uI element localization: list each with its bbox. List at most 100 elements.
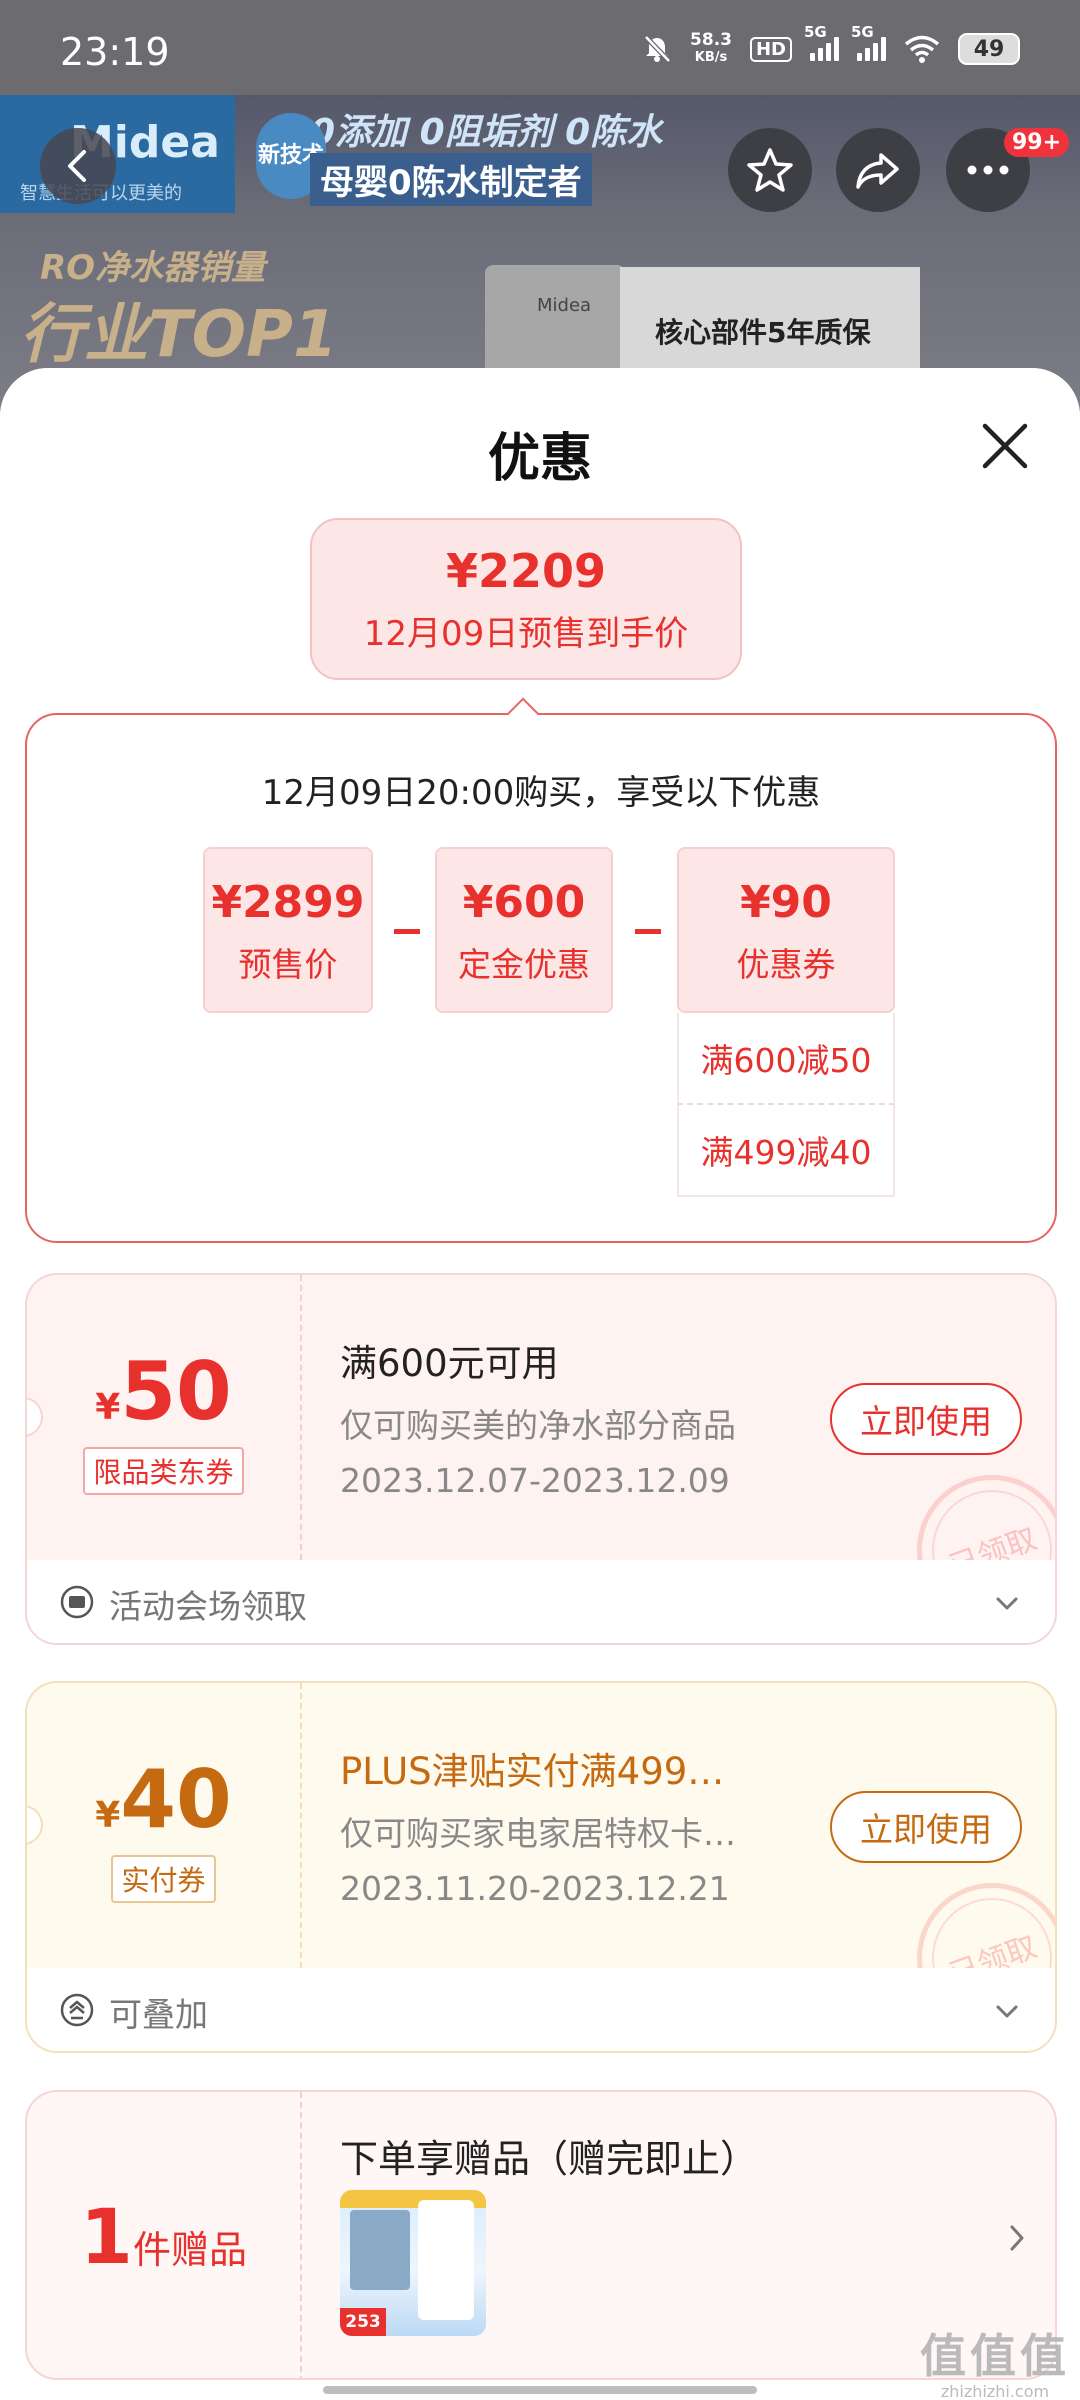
message-count-badge: 99+	[1004, 128, 1070, 157]
wifi-icon	[904, 35, 940, 63]
new-tech-banner: 0添加 0阻垢剂 0陈水 新技术 母婴0陈水制定者	[250, 103, 662, 206]
coupon-detail-1: 满600减50	[677, 1013, 895, 1105]
coupon-validity: 2023.11.20-2023.12.21	[340, 1869, 730, 1908]
coupon-value: 50	[120, 1345, 232, 1438]
final-price-box: ¥2209 12月09日预售到手价	[310, 518, 742, 680]
presale-price-value: ¥2899	[211, 877, 365, 928]
coupon-info: 满600元可用 仅可购买美的净水部分商品 2023.12.07-2023.12.…	[340, 1333, 810, 1500]
coupon-type-tag: 实付券	[27, 1855, 300, 1903]
final-price-amount: ¥2209	[445, 544, 607, 598]
gift-count-unit: 件赠品	[132, 2228, 247, 2272]
hd-voice-icon: HD	[749, 36, 792, 62]
presale-price-item: ¥2899 预售价	[203, 847, 373, 1013]
chevron-left-icon	[68, 150, 86, 182]
favorite-button[interactable]	[728, 128, 812, 212]
gift-divider	[300, 2092, 302, 2378]
coupon-discount-label: 优惠券	[736, 945, 836, 984]
more-dots-icon	[967, 165, 1009, 175]
deposit-discount-item: ¥600 定金优惠	[435, 847, 613, 1013]
coupon-value: 40	[120, 1753, 232, 1846]
gift-count: 1件赠品	[27, 2192, 300, 2281]
coupon-scope: 仅可购买美的净水部分商品	[340, 1406, 736, 1445]
mute-bell-icon	[642, 34, 672, 64]
price-breakdown: 12月09日20:00购买，享受以下优惠 ¥2899 预售价 ¥600 定金优惠…	[25, 713, 1057, 1243]
net-speed-unit: KB/s	[694, 50, 728, 65]
brand-block: Midea 智慧生活可以更美的	[0, 95, 235, 213]
use-now-button[interactable]: 立即使用	[830, 1383, 1022, 1455]
headline-2: 母婴0陈水制定者	[310, 153, 592, 206]
use-now-button[interactable]: 立即使用	[830, 1791, 1022, 1863]
coupon-discount-value: ¥90	[740, 877, 832, 928]
coupon-card: ¥40 实付券 PLUS津贴实付满499… 仅可购买家电家居特权卡… 2023.…	[25, 1681, 1057, 2053]
coupon-footer[interactable]: 可叠加	[27, 1968, 1055, 2051]
device-logo: Midea	[537, 295, 592, 316]
signal-icon-2: 5G	[851, 23, 886, 61]
stack-icon	[60, 1993, 94, 2027]
coupon-type-label: 限品类东券	[83, 1447, 244, 1495]
back-button[interactable]	[40, 128, 116, 204]
coupon-body: ¥40 实付券 PLUS津贴实付满499… 仅可购买家电家居特权卡… 2023.…	[27, 1683, 1055, 2051]
net-speed-value: 58.3	[690, 30, 732, 50]
sheet-title: 优惠	[487, 429, 592, 489]
thumb-product-1	[350, 2210, 410, 2290]
ticket-icon	[60, 1585, 94, 1619]
breakdown-title: 12月09日20:00购买，享受以下优惠	[261, 773, 821, 813]
status-bar: 23:19 58.3 KB/s HD 5G 5G 49	[0, 0, 1080, 95]
gift-card[interactable]: 1件赠品 下单享赠品（赠完即止） 253	[25, 2090, 1057, 2380]
coupon-amount: ¥50	[27, 1345, 300, 1438]
signal-icon-1: 5G	[804, 23, 839, 61]
status-time: 23:19	[60, 30, 170, 74]
coupon-amount: ¥40	[27, 1753, 300, 1846]
minus-sign	[394, 929, 420, 934]
gift-count-number: 1	[80, 2192, 133, 2281]
status-icons: 58.3 KB/s HD 5G 5G 49	[642, 23, 1020, 66]
net-speed: 58.3 KB/s	[690, 32, 732, 66]
thumb-product-2	[418, 2200, 474, 2320]
deposit-discount-value: ¥600	[462, 877, 586, 928]
chevron-down-icon	[996, 2005, 1018, 2018]
promo-small: RO净水器销量	[40, 248, 266, 288]
signal-2-label: 5G	[851, 23, 874, 41]
chevron-down-icon	[996, 1597, 1018, 1610]
chevron-right-icon	[1010, 2225, 1024, 2251]
promo-big: 行业TOP1	[20, 298, 338, 372]
watermark-sub: zhizhizhi.com	[940, 2382, 1050, 2400]
coupon-info: PLUS津贴实付满499… 仅可购买家电家居特权卡… 2023.11.20-20…	[340, 1741, 810, 1908]
close-icon	[982, 423, 1028, 469]
thumb-price: 253	[340, 2308, 386, 2336]
sheet-header: 优惠	[0, 368, 1080, 508]
deposit-discount-label: 定金优惠	[458, 945, 590, 984]
coupon-card: ¥50 限品类东券 满600元可用 仅可购买美的净水部分商品 2023.12.0…	[25, 1273, 1057, 1645]
minus-sign	[635, 929, 661, 934]
currency-symbol: ¥	[95, 1795, 121, 1836]
coupon-footer[interactable]: 活动会场领取	[27, 1560, 1055, 1643]
coupon-divider	[300, 1683, 302, 1968]
sales-rank-promo: RO净水器销量 行业TOP1	[20, 240, 338, 375]
stackable-label: 可叠加	[109, 1995, 208, 2034]
close-button[interactable]	[975, 416, 1035, 476]
final-price-label: 12月09日预售到手价	[363, 614, 689, 654]
coupon-discount-item: ¥90 优惠券	[677, 847, 895, 1013]
home-indicator[interactable]	[323, 2386, 757, 2394]
watermark-main: 值值值	[920, 2329, 1070, 2383]
coupon-type-label: 实付券	[111, 1855, 216, 1903]
site-watermark: 值值值 zhizhizhi.com	[920, 2320, 1070, 2400]
signal-1-label: 5G	[804, 23, 827, 41]
coupon-scope: 仅可购买家电家居特权卡…	[340, 1814, 736, 1853]
coupon-divider	[300, 1275, 302, 1560]
discount-sheet: 优惠 ¥2209 12月09日预售到手价 12月09日20:00购买，享受以下优…	[0, 368, 1080, 2400]
coupon-detail-2: 满499减40	[677, 1105, 895, 1197]
coupon-type-tag: 限品类东券	[27, 1447, 300, 1495]
share-icon	[856, 153, 899, 189]
gift-title: 下单享赠品（赠完即止）	[340, 2137, 759, 2181]
headline-1: 0添加 0阻垢剂 0陈水	[310, 112, 663, 153]
gift-thumbnail[interactable]: 253	[340, 2190, 486, 2336]
presale-price-label: 预售价	[238, 945, 338, 984]
battery-icon: 49	[958, 33, 1020, 65]
currency-symbol: ¥	[95, 1387, 121, 1428]
share-button[interactable]	[836, 128, 920, 212]
coupon-condition: PLUS津贴实付满499…	[340, 1750, 725, 1793]
warranty-text: 核心部件5年质保	[655, 316, 871, 349]
coupon-condition: 满600元可用	[340, 1342, 559, 1385]
coupon-validity: 2023.12.07-2023.12.09	[340, 1461, 730, 1500]
